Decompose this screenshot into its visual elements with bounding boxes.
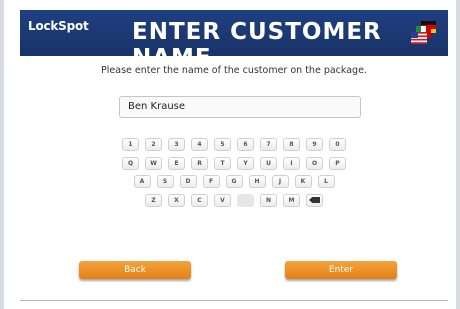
key[interactable]: 0: [329, 138, 346, 151]
key[interactable]: D: [179, 175, 197, 188]
key[interactable]: F: [202, 175, 220, 188]
key[interactable]: L: [317, 175, 335, 188]
key[interactable]: W: [145, 156, 162, 170]
key[interactable]: N: [260, 193, 277, 207]
page-title: ENTER CUSTOMER NAME: [132, 19, 382, 71]
backspace-icon: [309, 197, 320, 203]
kiosk-screen: LockSpot ENTER CUSTOMER NAME Please ente…: [0, 0, 460, 309]
key[interactable]: 1: [122, 138, 139, 151]
key[interactable]: O: [306, 156, 323, 170]
key[interactable]: 8: [283, 138, 300, 151]
keyboard-row-zxcv: Z X C V N M: [4, 193, 460, 207]
divider: [20, 300, 448, 301]
header-bar: LockSpot ENTER CUSTOMER NAME: [20, 10, 448, 71]
key[interactable]: Y: [237, 156, 254, 170]
enter-button[interactable]: Enter: [285, 261, 397, 279]
key[interactable]: Q: [122, 156, 139, 170]
key[interactable]: 2: [145, 138, 162, 151]
keyboard-row-qwerty: Q W E R T Y U I O P: [4, 156, 460, 170]
key[interactable]: U: [260, 156, 277, 170]
back-button[interactable]: Back: [79, 261, 191, 279]
key[interactable]: M: [283, 193, 300, 207]
key[interactable]: C: [191, 193, 208, 207]
key[interactable]: 5: [214, 138, 231, 151]
on-screen-keyboard: 1 2 3 4 5 6 7 8 9 0 Q W E R T Y U I O P …: [4, 138, 460, 212]
key[interactable]: S: [156, 175, 174, 188]
instruction-text: Please enter the name of the customer on…: [101, 65, 367, 76]
key[interactable]: V: [214, 193, 231, 207]
flags-language-icon[interactable]: [410, 20, 438, 46]
keyboard-row-numbers: 1 2 3 4 5 6 7 8 9 0: [4, 138, 460, 151]
keyboard-row-asdf: A S D F G H J K L: [4, 175, 460, 188]
key[interactable]: A: [133, 175, 151, 188]
backspace-key[interactable]: [306, 193, 323, 207]
key[interactable]: 7: [260, 138, 277, 151]
key-pressed[interactable]: [237, 193, 254, 207]
key[interactable]: 6: [237, 138, 254, 151]
key[interactable]: X: [168, 193, 185, 207]
key[interactable]: R: [191, 156, 208, 170]
key[interactable]: T: [214, 156, 231, 170]
key[interactable]: E: [168, 156, 185, 170]
logo: LockSpot: [28, 19, 89, 33]
customer-name-input[interactable]: Ben Krause: [119, 96, 361, 118]
key[interactable]: K: [294, 175, 312, 188]
key[interactable]: 4: [191, 138, 208, 151]
key[interactable]: J: [271, 175, 289, 188]
key[interactable]: Z: [145, 193, 162, 207]
key[interactable]: G: [225, 175, 243, 188]
key[interactable]: 9: [306, 138, 323, 151]
key[interactable]: I: [283, 156, 300, 170]
key[interactable]: H: [248, 175, 266, 188]
key[interactable]: 3: [168, 138, 185, 151]
key[interactable]: P: [329, 156, 346, 170]
